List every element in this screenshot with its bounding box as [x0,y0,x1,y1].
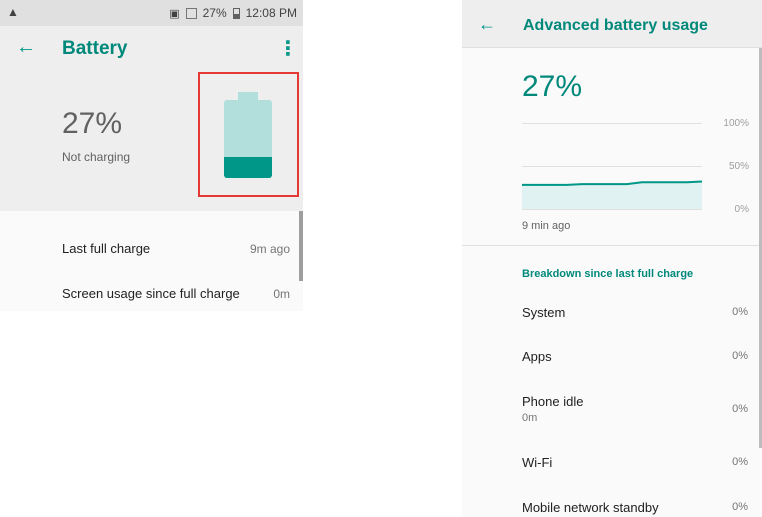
scanner-icon: ▣ [169,7,180,20]
battery-cap [238,92,258,100]
breakdown-label: System [522,305,566,320]
breakdown-sublabel: 0m [522,412,538,424]
back-arrow-icon[interactable]: ← [16,36,36,59]
breakdown-value: 0% [732,350,748,362]
list-item-label: Screen usage since full charge [62,286,240,301]
y-tick-label: 50% [728,161,749,172]
status-battery-percent: 27% [202,6,227,20]
battery-level-fill [224,156,272,178]
status-bar: ▲ ▣ 27% 12:08 PM [0,0,303,26]
battery-screen: ▲ ▣ 27% 12:08 PM ← Battery ⋮ 27% Not cha… [0,0,303,311]
list-item-label: Last full charge [62,241,151,256]
battery-percent: 27% [522,70,583,103]
divider [462,245,762,246]
advanced-battery-screen: ← Advanced battery usage 27% 100% 50% 0%… [462,0,762,517]
breakdown-item-apps[interactable]: Apps 0% [522,349,750,364]
list-item-value: 9m ago [249,242,290,256]
status-time: 12:08 PM [245,6,297,20]
more-vert-icon[interactable]: ⋮ [278,36,298,61]
large-battery-icon [224,100,272,178]
breakdown-label: Phone idle [522,394,584,409]
charging-state: Not charging [62,150,131,164]
chart-start-label: 9 min ago [522,220,571,232]
list-item-value: 0m [273,287,290,301]
breakdown-label: Wi-Fi [522,455,553,470]
list-item-screen-usage[interactable]: Screen usage since full charge 0m [62,286,292,301]
breakdown-item-mobile-network-standby[interactable]: Mobile network standby 0% [522,500,750,515]
list-item-last-full-charge[interactable]: Last full charge 9m ago [62,241,292,256]
page-title: Advanced battery usage [523,17,708,34]
breakdown-value: 0% [732,501,748,513]
y-tick-label: 100% [723,118,749,129]
no-sim-icon [185,7,197,19]
battery-list: Last full charge 9m ago Screen usage sin… [0,211,303,311]
breakdown-value: 0% [732,403,748,415]
breakdown-item-wifi[interactable]: Wi-Fi 0% [522,455,750,470]
y-tick-label: 0% [734,204,749,215]
battery-icon [232,7,240,19]
section-title: Breakdown since last full charge [522,268,694,280]
battery-highlight-box [198,72,299,197]
warning-icon: ▲ [7,5,19,19]
back-arrow-icon[interactable]: ← [478,14,496,35]
battery-level-chart [522,180,703,209]
page-title: Battery [62,38,128,59]
scrollbar[interactable] [299,211,303,281]
breakdown-value: 0% [732,306,748,318]
app-bar: ← Battery ⋮ [0,26,303,70]
breakdown-item-phone-idle[interactable]: Phone idle 0m 0% [522,394,750,424]
battery-summary[interactable]: 27% Not charging [0,70,303,211]
breakdown-label: Apps [522,349,552,364]
breakdown-label: Mobile network standby [522,500,659,515]
breakdown-value: 0% [732,456,748,468]
app-bar: ← Advanced battery usage [462,0,762,48]
breakdown-item-system[interactable]: System 0% [522,305,750,320]
battery-percent: 27% [62,107,123,140]
